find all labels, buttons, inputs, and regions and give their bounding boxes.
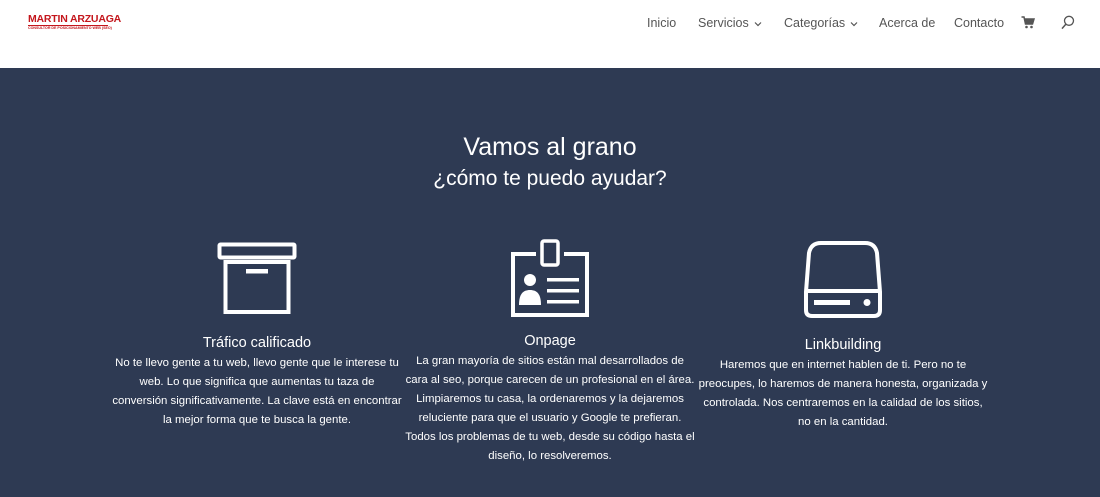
nav-item-servicios[interactable]: Servicios <box>698 15 762 31</box>
feature-title: Linkbuilding <box>804 337 882 353</box>
id-badge-icon <box>511 239 589 317</box>
feature-text: No te llevo gente a tu web, llevo gente … <box>112 357 402 426</box>
cart-icon[interactable] <box>1021 16 1035 29</box>
nav-item-contacto[interactable]: Contacto <box>954 15 1004 31</box>
section-title: Vamos al grano <box>463 133 637 161</box>
feature-trafico: Tráfico calificado No te llevo gente a t… <box>112 242 402 430</box>
feature-title: Tráfico calificado <box>202 335 312 351</box>
hard-drive-icon <box>804 241 882 318</box>
feature-onpage: Onpage La gran mayoría de sitios están m… <box>405 239 695 466</box>
section-subtitle: ¿cómo te puedo ayudar? <box>433 167 667 190</box>
site-header: MARTIN ARZUAGA CONSULTOR DE POSICIONAMIE… <box>0 0 1100 45</box>
search-icon[interactable] <box>1061 15 1075 30</box>
nav-item-categorias[interactable]: Categorías <box>784 15 858 31</box>
chevron-down-icon <box>850 21 858 27</box>
header-spacer <box>0 45 1100 68</box>
nav-item-inicio[interactable]: Inicio <box>647 15 676 31</box>
feature-text: Haremos que en internet hablen de ti. Pe… <box>698 359 988 428</box>
chevron-down-icon <box>754 21 762 27</box>
nav-item-label: Servicios <box>698 16 749 30</box>
logo-tagline: CONSULTOR DE POSICIONAMIENTO WEB (SEO) <box>28 26 112 30</box>
feature-title: Onpage <box>524 333 576 349</box>
feature-linkbuilding: Linkbuilding Haremos que en internet hab… <box>698 240 988 432</box>
logo-name: MARTIN ARZUAGA <box>28 13 122 26</box>
archive-box-icon <box>217 242 297 314</box>
nav-item-acerca[interactable]: Acerca de <box>879 15 935 31</box>
feature-text: La gran mayoría de sitios están mal desa… <box>405 355 695 462</box>
nav-item-label: Categorías <box>784 16 846 30</box>
site-logo[interactable]: MARTIN ARZUAGA CONSULTOR DE POSICIONAMIE… <box>28 13 122 31</box>
